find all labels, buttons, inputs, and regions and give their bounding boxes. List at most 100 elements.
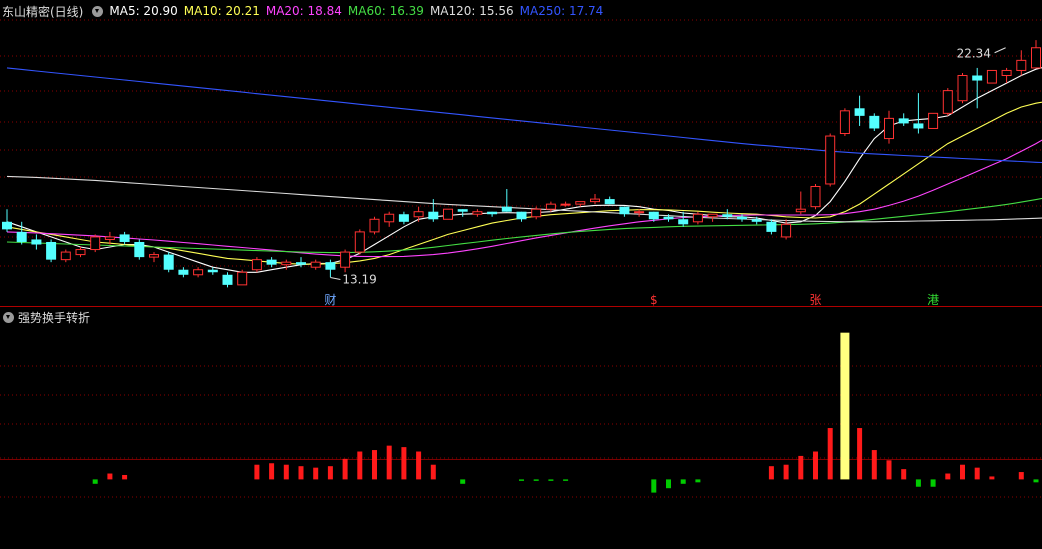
candle-body <box>266 259 277 265</box>
indicator-header: 强势换手转折 <box>0 309 90 325</box>
main-legend: 东山精密(日线) MA5: 20.90 MA10: 20.21 MA20: 18.8… <box>0 3 615 19</box>
candle-body <box>119 234 130 242</box>
candle <box>1001 67 1012 84</box>
candle-body <box>707 213 718 218</box>
candle-body <box>325 262 336 270</box>
indicator-bar <box>533 479 539 481</box>
candle-body <box>531 208 542 218</box>
candle <box>398 211 409 225</box>
candle-body <box>2 221 12 230</box>
candle <box>413 206 424 222</box>
event-markers: 财 $ 张 港 <box>324 293 939 307</box>
indicator-bar <box>313 467 319 480</box>
candle-body <box>663 216 674 220</box>
candle <box>516 211 527 222</box>
candle-body <box>810 185 821 208</box>
candle <box>957 72 968 104</box>
indicator-bar <box>901 469 907 480</box>
indicator-bar <box>886 460 892 480</box>
candle-body <box>413 211 424 218</box>
indicator-bar <box>254 464 260 480</box>
event-marker: 港 <box>927 293 939 307</box>
indicator-bar <box>768 466 774 480</box>
indicator-bar <box>1033 479 1039 483</box>
candle-body <box>898 118 909 124</box>
candle-body <box>692 213 703 223</box>
candle <box>928 112 939 129</box>
indicator-bar <box>666 479 671 489</box>
price-annotation: 22.34 <box>957 47 1006 61</box>
candle <box>178 267 189 278</box>
ma-legend-items: MA5: 20.90 MA10: 20.21 MA20: 18.84 MA60: 16… <box>109 4 609 18</box>
stock-title[interactable]: 东山精密(日线) <box>2 3 83 20</box>
candle-body <box>545 203 556 210</box>
indicator-bar <box>386 445 392 480</box>
indicator-bar <box>416 451 422 480</box>
candle <box>1031 40 1041 69</box>
candle-body <box>384 213 395 223</box>
candle-body <box>178 269 189 275</box>
candle <box>193 267 204 278</box>
candle <box>913 93 924 134</box>
dropdown-circle-icon[interactable] <box>3 311 14 323</box>
moving-average-lines <box>6 67 1042 273</box>
candle-body <box>75 249 86 256</box>
indicator-bar <box>1018 472 1024 480</box>
indicator-bar <box>283 464 289 480</box>
price-annotation: 13.19 <box>330 273 377 287</box>
dropdown-circle-icon[interactable] <box>92 5 104 17</box>
indicator-bar <box>827 428 833 480</box>
indicator-bar <box>798 455 804 480</box>
candle <box>119 231 130 245</box>
candle-body <box>16 231 27 242</box>
candle-body <box>90 236 101 251</box>
indicator-bar <box>783 464 789 480</box>
indicator-bar <box>430 464 436 480</box>
indicator-bar <box>519 479 524 481</box>
candle <box>722 209 733 220</box>
candle-body <box>942 90 953 114</box>
event-marker: 财 <box>324 293 336 307</box>
ma-line <box>6 197 1042 254</box>
candle-body <box>678 219 689 225</box>
ma-line <box>6 139 1042 258</box>
candle <box>340 249 351 273</box>
indicator-title[interactable]: 强势换手转折 <box>18 309 90 326</box>
candle-body <box>825 135 836 185</box>
ma-legend-item: MA120: 15.56 <box>429 4 514 18</box>
candle <box>898 113 909 126</box>
candle <box>354 229 365 255</box>
indicator-bar <box>107 473 113 480</box>
indicator-bars <box>92 332 1039 493</box>
candle <box>942 88 953 116</box>
chart-canvas: 22.34 13.19 财 $ 张 港 <box>0 19 1042 498</box>
candle <box>884 110 894 144</box>
candle-body <box>634 211 645 214</box>
candle-body <box>781 223 792 238</box>
candle <box>443 208 453 220</box>
candle-body <box>310 261 321 268</box>
chart-grid <box>0 19 1042 498</box>
candle <box>384 211 395 227</box>
ma-legend-item: MA60: 16.39 <box>347 4 424 18</box>
candle <box>428 199 439 222</box>
candle-body <box>957 74 968 102</box>
candle-body <box>590 198 600 203</box>
indicator-bar <box>974 467 980 480</box>
candle-body <box>163 254 174 270</box>
candle <box>795 191 806 215</box>
candle-body <box>560 203 571 206</box>
candle-body <box>31 239 42 245</box>
candle-body <box>134 241 145 258</box>
candle-body <box>46 241 57 260</box>
indicator-bar <box>357 451 363 480</box>
annotation-arrow <box>330 277 341 281</box>
candle <box>869 113 880 131</box>
candle-body <box>751 219 762 222</box>
candle-body <box>237 271 248 286</box>
candle-body <box>854 108 865 116</box>
candle <box>854 95 865 126</box>
candle <box>251 257 262 273</box>
price-annotations: 22.34 13.19 <box>330 47 1006 287</box>
candle <box>619 206 630 217</box>
